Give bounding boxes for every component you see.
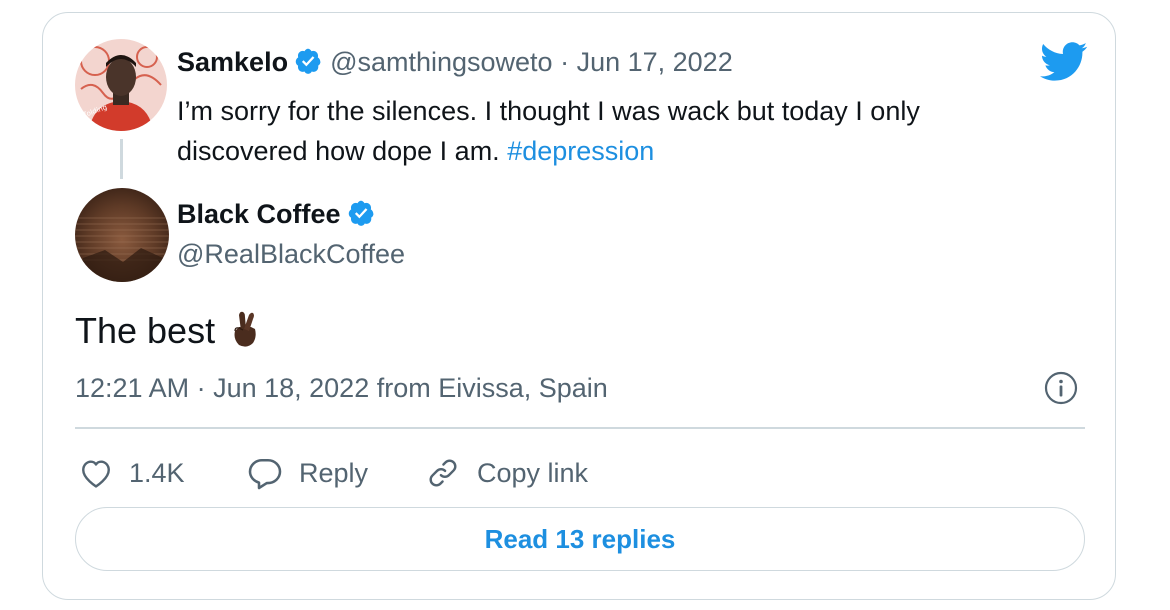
tweet-author-name-row: Black Coffee: [177, 199, 375, 230]
crossed-fingers-emoji: [234, 311, 256, 347]
verified-badge-icon: [348, 200, 374, 226]
quoted-author-name[interactable]: Samkelo: [177, 47, 288, 77]
like-count: 1.4K: [129, 457, 185, 488]
read-replies-label: Read 13 replies: [484, 523, 676, 554]
reply-bubble-icon: [248, 458, 282, 490]
tweet-body: The best: [75, 310, 216, 351]
quoted-tweet-date[interactable]: Jun 17, 2022: [577, 47, 733, 77]
heart-icon: [82, 460, 110, 488]
tweet-text: The best: [75, 309, 261, 352]
link-icon: [429, 459, 457, 487]
black-coffee-avatar[interactable]: [75, 188, 169, 282]
copy-link-button[interactable]: Copy link: [425, 453, 588, 493]
thread-connector-line: [120, 139, 123, 179]
hashtag-link[interactable]: #depression: [507, 136, 654, 166]
tweet-card: folding Samkelo @samthingsoweto · Jun 17…: [42, 12, 1116, 600]
tweet-author-name[interactable]: Black Coffee: [177, 199, 341, 229]
quoted-tweet-header: Samkelo @samthingsoweto · Jun 17, 2022: [177, 47, 733, 78]
twitter-bird-icon[interactable]: [1040, 42, 1088, 82]
reply-label: Reply: [299, 457, 369, 488]
tweet-author-handle[interactable]: @RealBlackCoffee: [177, 239, 405, 270]
copy-link-label: Copy link: [477, 457, 589, 488]
quoted-tweet-text: I’m sorry for the silences. I thought I …: [177, 91, 1007, 171]
quoted-author-handle[interactable]: @samthingsoweto: [330, 47, 553, 77]
header-separator: ·: [552, 47, 577, 77]
info-icon[interactable]: [1044, 371, 1078, 405]
like-button[interactable]: 1.4K: [79, 453, 185, 493]
read-replies-button[interactable]: Read 13 replies: [75, 507, 1085, 571]
samkelo-avatar[interactable]: folding: [75, 39, 167, 131]
divider: [75, 427, 1085, 429]
tweet-timestamp[interactable]: 12:21 AM · Jun 18, 2022 from Eivissa, Sp…: [75, 373, 608, 404]
verified-badge-icon: [295, 48, 321, 74]
reply-button[interactable]: Reply: [247, 453, 368, 493]
